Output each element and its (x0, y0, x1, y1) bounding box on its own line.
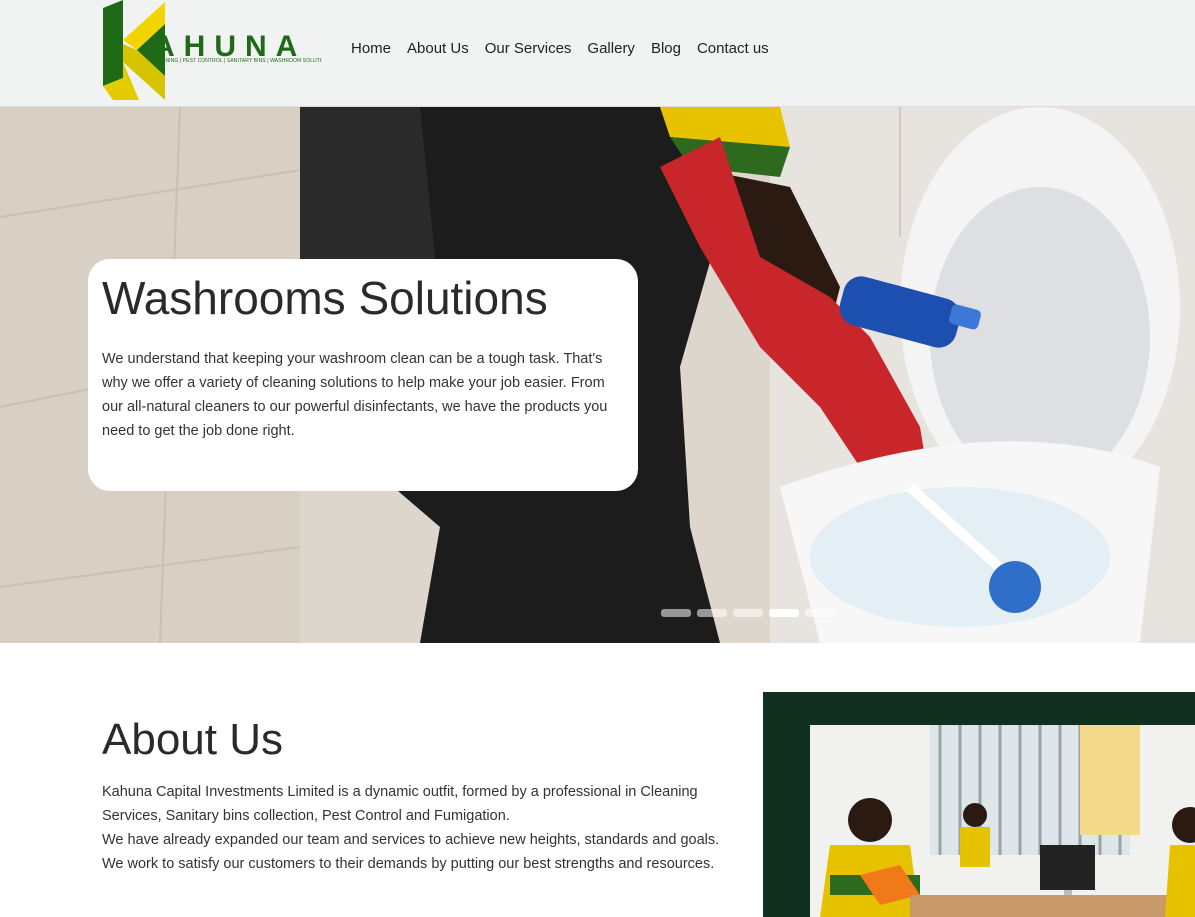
about-paragraph-1: Kahuna Capital Investments Limited is a … (102, 784, 698, 824)
about-body: Kahuna Capital Investments Limited is a … (102, 780, 742, 876)
slider-dot-5[interactable] (805, 609, 835, 617)
slider-dot-1[interactable] (661, 609, 691, 617)
about-paragraph-3: We work to satisfy our customers to thei… (102, 856, 715, 872)
kahuna-logo[interactable]: AHUNA CLEANING | PEST CONTROL | SANITARY… (103, 0, 322, 100)
main-nav: Home About Us Our Services Gallery Blog … (351, 38, 785, 60)
nav-our-services[interactable]: Our Services (485, 38, 572, 60)
nav-about-us[interactable]: About Us (407, 38, 469, 60)
hero-slider: Washrooms Solutions We understand that k… (0, 107, 1195, 643)
slider-indicators (661, 609, 835, 617)
about-team-photo (810, 725, 1195, 917)
slider-dot-2[interactable] (697, 609, 727, 617)
slider-dot-4[interactable] (769, 609, 799, 617)
nav-home[interactable]: Home (351, 38, 391, 60)
nav-blog[interactable]: Blog (651, 38, 681, 60)
about-heading: About Us (102, 715, 283, 764)
site-header: AHUNA CLEANING | PEST CONTROL | SANITARY… (0, 0, 1195, 107)
hero-caption-card: Washrooms Solutions We understand that k… (88, 259, 638, 491)
nav-contact-us[interactable]: Contact us (697, 38, 769, 60)
about-paragraph-2: We have already expanded our team and se… (102, 832, 720, 848)
slider-dot-3[interactable] (733, 609, 763, 617)
hero-title: Washrooms Solutions (102, 272, 548, 324)
nav-gallery[interactable]: Gallery (587, 38, 635, 60)
team-cleaning-image (810, 725, 1195, 917)
logo-tagline: CLEANING | PEST CONTROL | SANITARY BINS … (152, 58, 322, 64)
hero-description: We understand that keeping your washroom… (102, 351, 608, 439)
